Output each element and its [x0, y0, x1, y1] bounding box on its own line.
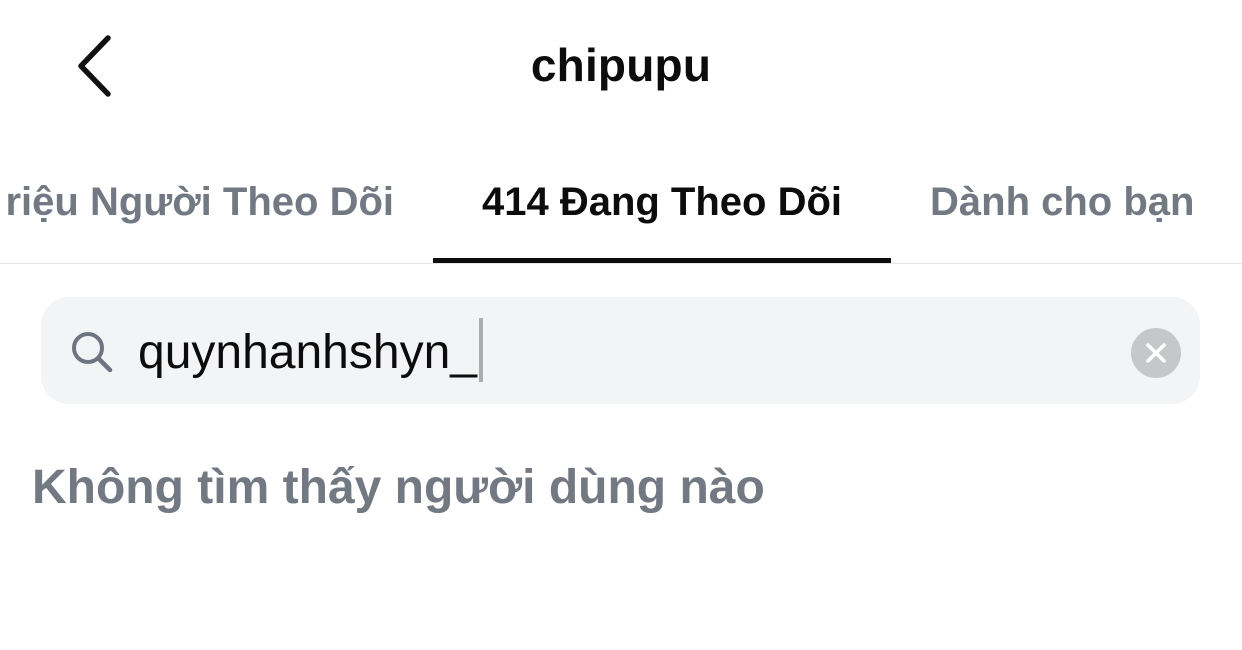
- search-input-value: quynhanhshyn_: [138, 326, 477, 379]
- active-tab-indicator: [433, 258, 891, 263]
- tab-followers[interactable]: riệu Người Theo Dõi: [5, 172, 394, 232]
- clear-search-button[interactable]: [1131, 328, 1181, 378]
- text-caret: [478, 318, 483, 382]
- tab-following[interactable]: 414 Đang Theo Dõi: [433, 172, 891, 232]
- search-icon: [72, 332, 113, 373]
- tab-for-you[interactable]: Dành cho bạn: [930, 172, 1194, 232]
- page-title: chipupu: [530, 39, 712, 91]
- search-input[interactable]: quynhanhshyn_: [138, 318, 1078, 384]
- top-nav-bar: chipupu: [0, 0, 1242, 130]
- close-icon: [1146, 343, 1166, 363]
- tab-bar: riệu Người Theo Dõi 414 Đang Theo Dõi Dà…: [0, 150, 1242, 264]
- empty-results-message: Không tìm thấy người dùng nào: [32, 461, 765, 514]
